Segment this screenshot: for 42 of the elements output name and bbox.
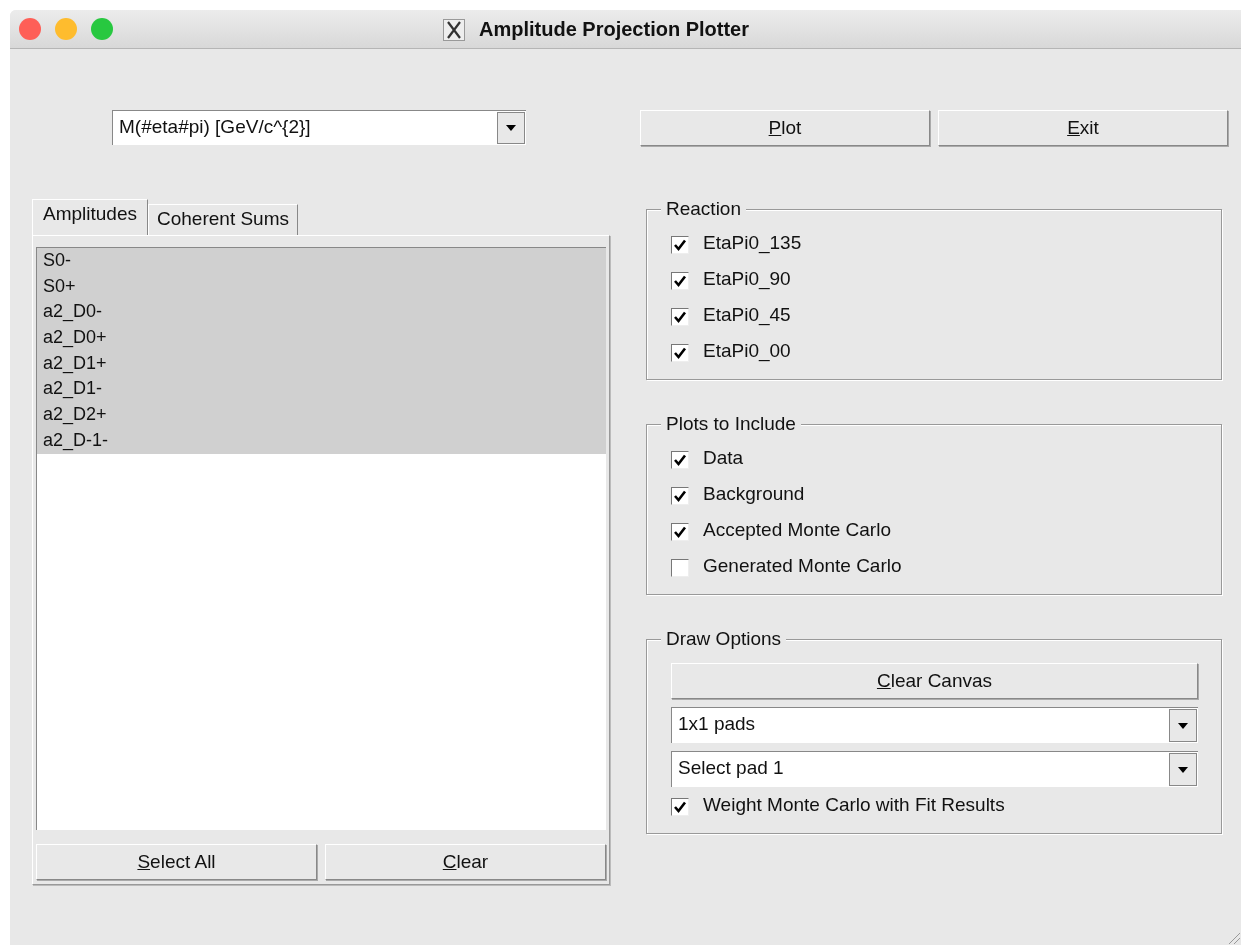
checkbox[interactable] [671, 487, 689, 505]
checkbox-label: Accepted Monte Carlo [703, 519, 891, 541]
checkbox[interactable] [671, 308, 689, 326]
checkbox-label: Generated Monte Carlo [703, 555, 902, 577]
resize-grip-icon[interactable] [1227, 931, 1241, 945]
list-button[interactable]: Select All [36, 844, 317, 880]
list-button[interactable]: Clear [325, 844, 606, 880]
checkbox[interactable] [671, 559, 689, 577]
action-button[interactable]: Plot [640, 110, 930, 146]
checkbox-label: Weight Monte Carlo with Fit Results [703, 794, 1005, 816]
checkbox-label: EtaPi0_00 [703, 340, 791, 362]
tab[interactable]: Amplitudes [32, 199, 148, 235]
list-item[interactable]: S0+ [37, 273, 606, 300]
checkbox[interactable] [671, 451, 689, 469]
checkbox-label: Data [703, 447, 744, 469]
list-item[interactable]: a2_D1+ [37, 350, 606, 377]
checkbox[interactable] [671, 236, 689, 254]
caret-icon [1178, 766, 1188, 773]
checkbox[interactable] [671, 344, 689, 362]
checkbox[interactable] [671, 798, 689, 816]
dropdown[interactable]: M(#eta#pi) [GeV/c^{2}] [112, 110, 526, 145]
checkbox-label: EtaPi0_90 [703, 268, 791, 290]
clear-canvas-button[interactable]: Clear Canvas [671, 663, 1198, 699]
list-item[interactable]: a2_D-1- [37, 427, 606, 454]
dropdown[interactable]: Select pad 1 [671, 751, 1198, 787]
caret-icon [506, 125, 516, 131]
checkbox-label: EtaPi0_135 [703, 232, 802, 254]
checkbox-label: EtaPi0_45 [703, 304, 791, 326]
x-logo-icon [443, 18, 465, 41]
list-item[interactable]: a2_D1- [37, 376, 606, 403]
checkbox[interactable] [671, 272, 689, 290]
action-button[interactable]: Exit [938, 110, 1228, 146]
dropdown[interactable]: 1x1 pads [671, 707, 1198, 743]
list-item[interactable]: a2_D0+ [37, 325, 606, 351]
checkbox[interactable] [671, 523, 689, 541]
window-title: Amplitude Projection Plotter [479, 18, 750, 41]
tab[interactable]: Coherent Sums [148, 204, 298, 235]
checkbox-label: Background [703, 483, 805, 505]
list-item[interactable]: a2_D0- [37, 299, 606, 326]
list-item[interactable]: S0- [37, 248, 606, 274]
caret-icon [1178, 722, 1188, 729]
list-item[interactable]: a2_D2+ [37, 402, 606, 428]
